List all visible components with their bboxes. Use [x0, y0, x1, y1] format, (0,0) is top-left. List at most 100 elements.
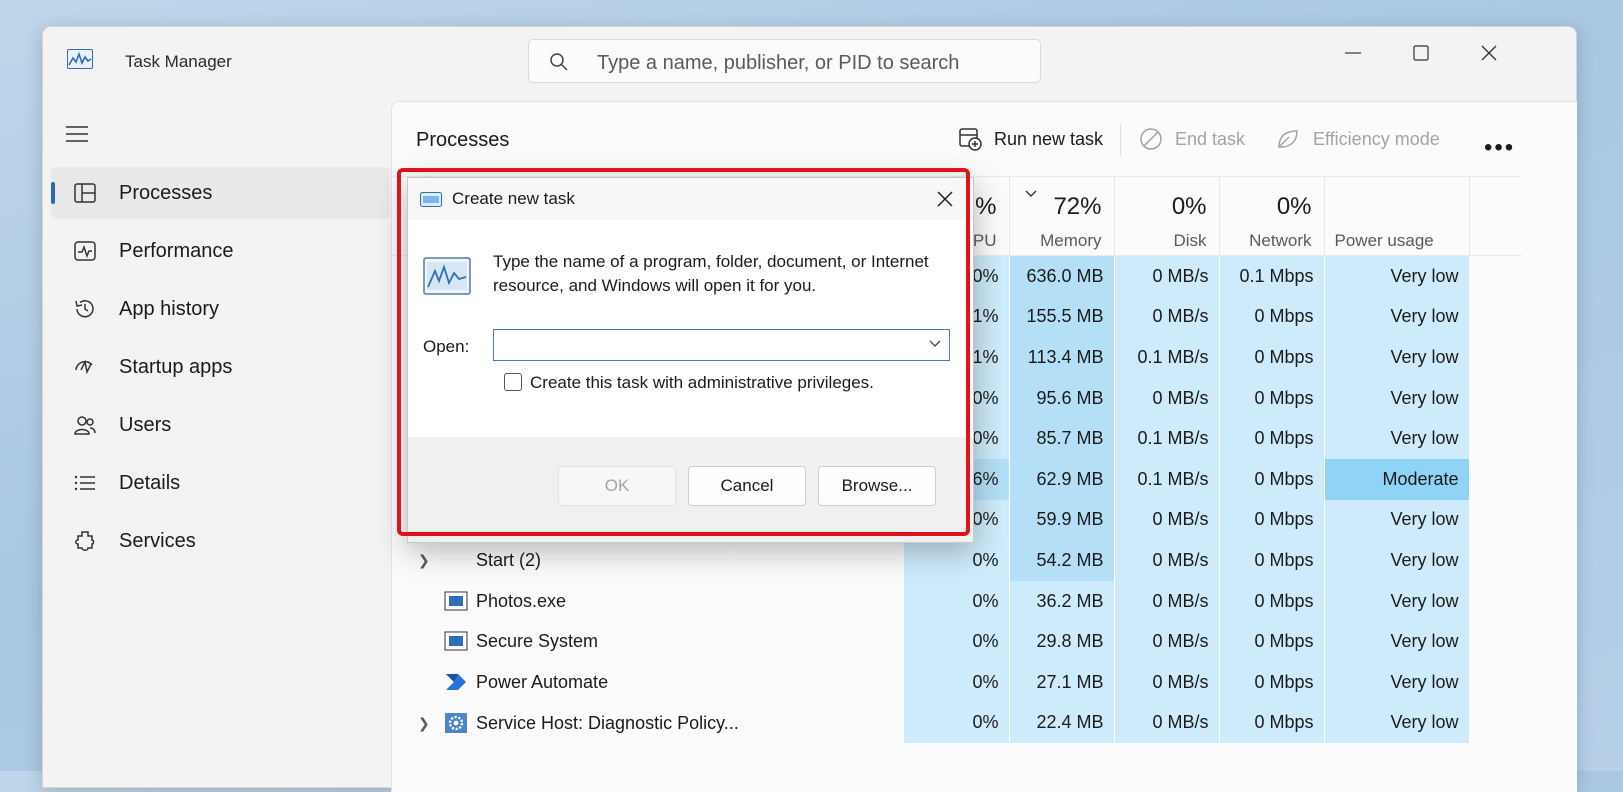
expand-chevron-icon[interactable]: ❯ [418, 715, 430, 732]
memory-cell: 59.9 MB [1009, 499, 1115, 541]
status-cell [730, 580, 904, 622]
process-name: Photos.exe [476, 590, 567, 611]
run-new-task-label: Run new task [994, 128, 1104, 149]
memory-cell: 95.6 MB [1009, 377, 1115, 419]
sidebar-item-users[interactable]: Users [51, 399, 390, 451]
app-window-icon [444, 631, 468, 651]
column-header-disk[interactable]: 0% Disk [1114, 176, 1220, 256]
power-cell: Very low [1324, 621, 1470, 662]
network-cell: 0 Mbps [1219, 661, 1325, 703]
network-cell: 0.1 Mbps [1219, 255, 1325, 297]
column-header-power-usage[interactable]: Power usage [1324, 176, 1470, 256]
memory-cell: 62.9 MB [1009, 458, 1115, 500]
close-button[interactable] [1469, 35, 1509, 71]
disk-cell: 0 MB/s [1114, 621, 1220, 662]
search-input[interactable] [595, 50, 1029, 76]
network-cell: 0 Mbps [1219, 540, 1325, 581]
column-header-network[interactable]: 0% Network [1219, 176, 1325, 256]
sidebar-item-processes[interactable]: Processes [51, 167, 390, 219]
table-row[interactable]: ❯ Service Host: Diagnostic Policy... 0% … [392, 702, 1522, 744]
run-new-task-button[interactable]: Run new task [958, 124, 1103, 154]
memory-cell: 22.4 MB [1009, 702, 1115, 744]
toolbar-divider [1120, 124, 1121, 156]
app-window-icon [444, 591, 468, 611]
app-title: Task Manager [125, 52, 232, 71]
memory-cell: 113.4 MB [1009, 337, 1115, 378]
process-name: Service Host: Diagnostic Policy... [476, 712, 739, 733]
table-row[interactable]: ❯ Start (2) 0% 54.2 MB 0 MB/s 0 Mbps Ver… [392, 540, 1522, 581]
disk-percent: 0% [1171, 193, 1207, 220]
sidebar-item-services[interactable]: Services [51, 515, 390, 567]
table-row[interactable]: Secure System 0% 29.8 MB 0 MB/s 0 Mbps V… [392, 621, 1522, 662]
gear-icon [445, 712, 467, 733]
end-task-button[interactable]: End task [1139, 124, 1245, 154]
power-cell: Very low [1324, 255, 1470, 297]
performance-icon [74, 241, 96, 261]
filler-cell [1469, 418, 1522, 459]
network-cell: 0 Mbps [1219, 702, 1325, 744]
maximize-button[interactable] [1401, 35, 1441, 71]
power-automate-icon [446, 673, 466, 690]
network-cell: 0 Mbps [1219, 337, 1325, 378]
memory-cell: 54.2 MB [1009, 540, 1115, 581]
table-row[interactable]: Power Automate 0% 27.1 MB 0 MB/s 0 Mbps … [392, 661, 1522, 703]
page-title: Processes [416, 129, 510, 151]
details-icon [74, 475, 95, 491]
filler-cell [1469, 540, 1522, 581]
sidebar-item-label: App history [119, 297, 220, 320]
run-new-task-icon [959, 128, 982, 151]
disk-cell: 0 MB/s [1114, 377, 1220, 419]
sidebar-item-details[interactable]: Details [51, 457, 390, 509]
status-cell [730, 702, 904, 744]
power-cell: Very low [1324, 580, 1470, 622]
power-cell: Very low [1324, 499, 1470, 541]
sidebar-item-performance[interactable]: Performance [51, 225, 390, 277]
filler-cell [1469, 458, 1522, 500]
filler-cell [1469, 621, 1522, 662]
network-cell: 0 Mbps [1219, 621, 1325, 662]
filler-cell [1469, 337, 1522, 378]
search-box[interactable] [528, 39, 1041, 83]
network-cell: 0 Mbps [1219, 499, 1325, 541]
history-icon [75, 300, 94, 318]
memory-cell: 27.1 MB [1009, 661, 1115, 703]
memory-cell: 155.5 MB [1009, 296, 1115, 338]
cpu-cell: 0% [903, 540, 1010, 581]
process-name: Start (2) [476, 550, 542, 571]
services-icon [75, 531, 95, 551]
disk-cell: 0 MB/s [1114, 540, 1220, 581]
table-row[interactable]: Photos.exe 0% 36.2 MB 0 MB/s 0 Mbps Very… [392, 580, 1522, 622]
task-manager-icon [67, 49, 93, 69]
filler-cell [1469, 661, 1522, 703]
power-cell: Very low [1324, 540, 1470, 581]
status-cell [730, 661, 904, 703]
process-name-cell: Secure System [392, 621, 731, 662]
disk-label: Disk [1173, 231, 1207, 250]
expand-chevron-icon[interactable]: ❯ [418, 552, 430, 569]
sidebar-item-app-history[interactable]: App history [51, 283, 390, 335]
process-name-cell: ❯ Start (2) [392, 540, 731, 581]
disk-cell: 0 MB/s [1114, 499, 1220, 541]
more-options-button[interactable]: ••• [1484, 134, 1515, 162]
column-header-filler [1469, 176, 1521, 256]
column-header-memory[interactable]: 72% Memory [1009, 176, 1115, 256]
efficiency-mode-button[interactable]: Efficiency mode [1275, 124, 1440, 154]
process-name-cell: ❯ Service Host: Diagnostic Policy... [392, 702, 739, 744]
network-label: Network [1249, 231, 1312, 250]
network-cell: 0 Mbps [1219, 296, 1325, 338]
power-cell: Very low [1324, 661, 1470, 703]
power-cell: Very low [1324, 702, 1470, 744]
sidebar-item-startup-apps[interactable]: Startup apps [51, 341, 390, 393]
disk-cell: 0 MB/s [1114, 255, 1220, 297]
process-name-cell: Power Automate [392, 661, 731, 703]
filler-cell [1469, 377, 1522, 419]
minimize-button[interactable] [1333, 35, 1373, 71]
process-name: Power Automate [476, 671, 609, 692]
network-cell: 0 Mbps [1219, 418, 1325, 459]
startup-icon [75, 359, 93, 375]
memory-cell: 36.2 MB [1009, 580, 1115, 622]
power-cell: Very low [1324, 377, 1470, 419]
hamburger-menu-icon[interactable] [65, 124, 89, 144]
sidebar-item-label: Performance [119, 239, 234, 262]
filler-cell [1469, 499, 1522, 541]
